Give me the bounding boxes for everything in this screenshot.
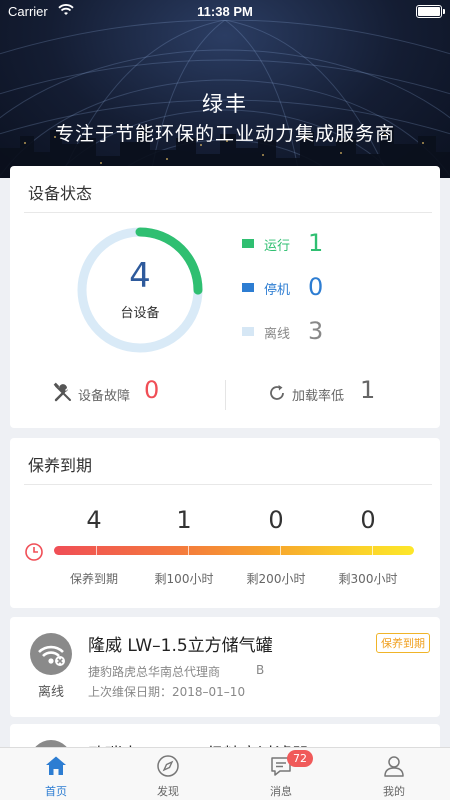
- brand-name: 绿丰: [202, 92, 248, 116]
- maint-200h-count[interactable]: 0: [236, 506, 316, 534]
- clock-time: 11:38 PM: [197, 4, 253, 19]
- legend-stopped[interactable]: 停机 0: [242, 273, 432, 303]
- bottom-tab-bar: 首页 发现 72 消息 我的: [0, 747, 450, 800]
- header-banner: Carrier 11:38 PM 绿丰 专注于节能环保的工业动力集成服务商: [0, 0, 450, 178]
- tab-home[interactable]: 首页: [0, 748, 112, 800]
- user-icon: [384, 756, 404, 777]
- last-service-date: 上次维保日期：2018–01–10: [88, 685, 246, 699]
- divider: [24, 484, 432, 485]
- maint-300h-count[interactable]: 0: [328, 506, 408, 534]
- low-load-value: 1: [360, 376, 376, 404]
- legend-running[interactable]: 运行 1: [242, 229, 432, 259]
- refresh-icon: [270, 385, 284, 400]
- stopped-swatch: [242, 283, 254, 292]
- divider: [24, 212, 432, 213]
- fault-stat[interactable]: 设备故障 0: [52, 376, 212, 416]
- maint-100h-count[interactable]: 1: [144, 506, 224, 534]
- home-icon: [46, 756, 66, 775]
- maint-300h-label: 剩300小时: [338, 572, 398, 586]
- offline-device-icon: [30, 633, 72, 675]
- tab-label: 消息: [270, 785, 292, 798]
- offline-swatch: [242, 327, 254, 336]
- legend-label: 运行: [264, 239, 291, 254]
- bar-tick: [96, 546, 97, 555]
- low-load-label: 加载率低: [292, 389, 345, 404]
- tab-profile[interactable]: 我的: [338, 748, 450, 800]
- bar-tick: [188, 546, 189, 555]
- card-title: 设备状态: [28, 184, 93, 203]
- battery-icon: [416, 5, 445, 18]
- bar-tick: [280, 546, 281, 555]
- tab-messages[interactable]: 72 消息: [225, 748, 337, 800]
- maint-200h-label: 剩200小时: [246, 572, 306, 586]
- clock-icon: [25, 543, 43, 561]
- wifi-offline-icon: [38, 645, 65, 666]
- device-name: 隆威 LW–1.5立方储气罐: [88, 636, 273, 656]
- tab-label: 我的: [383, 785, 405, 798]
- status-bar: Carrier 11:38 PM: [0, 0, 450, 24]
- brand-slogan: 专注于节能环保的工业动力集成服务商: [54, 123, 395, 145]
- device-total-count: 4: [129, 256, 151, 296]
- tab-discover[interactable]: 发现: [112, 748, 224, 800]
- divider: [225, 380, 226, 410]
- unread-count-badge: 72: [287, 750, 313, 767]
- device-total-label: 台设备: [120, 306, 160, 321]
- maint-100h-label: 剩100小时: [154, 572, 214, 586]
- tab-label: 首页: [45, 785, 67, 798]
- device-location: 捷豹路虎总华南总代理商: [88, 665, 221, 679]
- device-state-label: 离线: [37, 685, 64, 700]
- legend-value: 1: [308, 229, 324, 257]
- device-location-tag: B: [256, 663, 265, 677]
- maintenance-card[interactable]: 保养到期 4 1 0 0 保养到期 剩100小时 剩200小时 剩300小时: [10, 438, 440, 608]
- fault-value: 0: [144, 376, 160, 404]
- maintenance-gradient-bar: [54, 546, 414, 555]
- maint-due-label: 保养到期: [69, 572, 118, 586]
- compass-icon: [157, 755, 179, 777]
- legend-offline[interactable]: 离线 3: [242, 317, 432, 347]
- low-load-stat[interactable]: 加载率低 1: [266, 376, 426, 416]
- maintenance-due-badge: 保养到期: [376, 633, 430, 653]
- wrench-screwdriver-icon: [53, 382, 71, 402]
- tab-label: 发现: [157, 785, 179, 798]
- device-status-card[interactable]: 设备状态 4 台设备 运行 1 停机 0 离线 3 设备故障 0 加载率低 1: [10, 166, 440, 428]
- legend-value: 3: [308, 317, 324, 345]
- alert-stats: 设备故障 0 加载率低 1: [10, 376, 440, 416]
- device-list-item[interactable]: 离线 隆威 LW–1.5立方储气罐 保养到期 捷豹路虎总华南总代理商 B 上次维…: [10, 617, 440, 717]
- maint-due-count[interactable]: 4: [54, 506, 134, 534]
- running-swatch: [242, 239, 254, 248]
- legend-label: 停机: [264, 283, 291, 298]
- card-title: 保养到期: [28, 456, 93, 475]
- fault-label: 设备故障: [78, 389, 131, 404]
- bar-tick: [372, 546, 373, 555]
- legend-label: 离线: [264, 327, 291, 342]
- legend-value: 0: [308, 273, 324, 301]
